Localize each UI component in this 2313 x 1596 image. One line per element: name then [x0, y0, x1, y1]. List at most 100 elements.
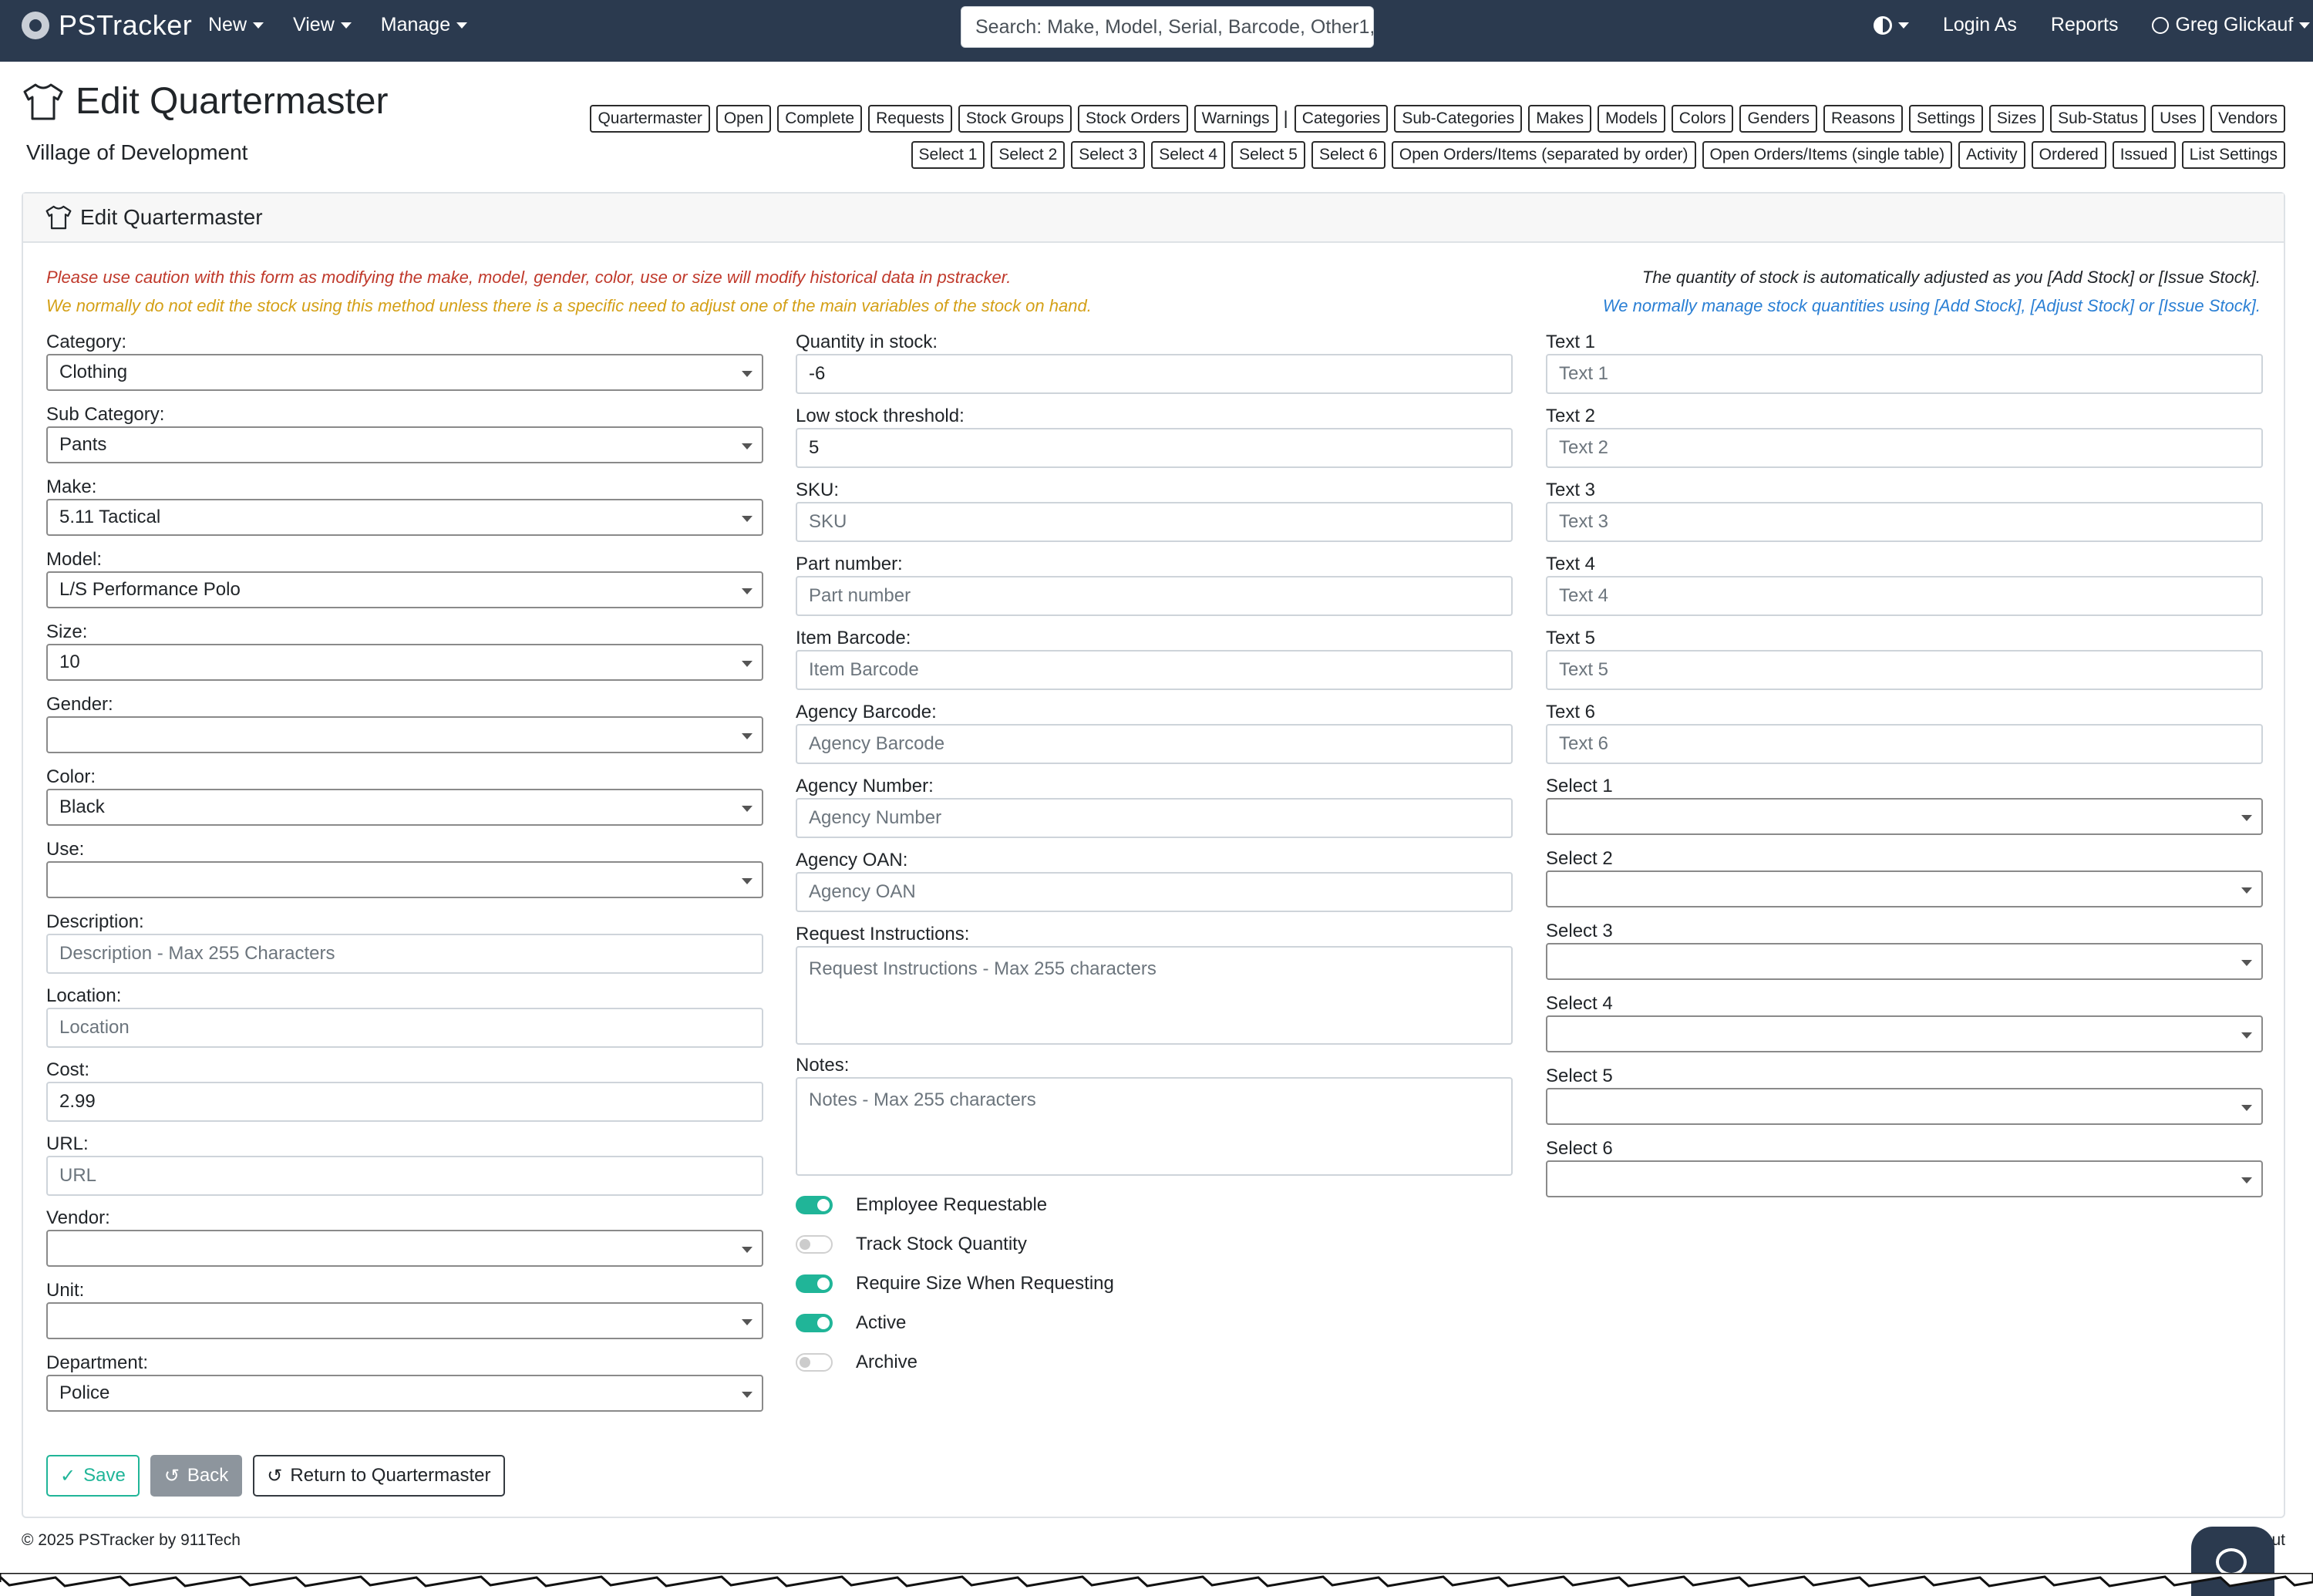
category-select[interactable]: Clothing	[46, 354, 763, 391]
save-button[interactable]: ✓ Save	[46, 1455, 140, 1497]
agency-oan-input[interactable]: Agency OAN	[796, 872, 1513, 912]
low-stock-threshold-input[interactable]: 5	[796, 428, 1513, 468]
nav-button-select-6[interactable]: Select 6	[1311, 141, 1385, 169]
request-instructions-textarea[interactable]: Request Instructions - Max 255 character…	[796, 946, 1513, 1045]
nav-button-select-4[interactable]: Select 4	[1151, 141, 1226, 169]
quantity-in-stock-input[interactable]: -6	[796, 354, 1513, 394]
nav-button-stock-groups[interactable]: Stock Groups	[958, 105, 1072, 133]
nav-button-sub-categories[interactable]: Sub-Categories	[1394, 105, 1523, 133]
nav-button-sub-status[interactable]: Sub-Status	[2050, 105, 2146, 133]
nav-button-models[interactable]: Models	[1598, 105, 1665, 133]
nav-button-stock-orders[interactable]: Stock Orders	[1078, 105, 1188, 133]
nav-button-issued[interactable]: Issued	[2112, 141, 2176, 169]
select-6-select[interactable]	[1546, 1160, 2263, 1197]
nav-button-quartermaster[interactable]: Quartermaster	[590, 105, 710, 133]
input-placeholder: Text 5	[1559, 659, 1609, 680]
theme-toggle[interactable]	[1874, 15, 1909, 35]
agency-number-input[interactable]: Agency Number	[796, 798, 1513, 838]
sub-category-select[interactable]: Pants	[46, 426, 763, 463]
require-size-when-requesting-switch[interactable]	[796, 1274, 833, 1293]
field-label: Text 2	[1546, 406, 1596, 426]
toggle-track-stock-quantity[interactable]: Track Stock Quantity	[796, 1224, 1513, 1264]
brand[interactable]: PSTracker	[22, 9, 192, 42]
nav-button-select-1[interactable]: Select 1	[911, 141, 985, 169]
nav-button-open[interactable]: Open	[715, 105, 772, 133]
select-1-select[interactable]	[1546, 798, 2263, 835]
text-5-input[interactable]: Text 5	[1546, 650, 2263, 690]
size-select[interactable]: 10	[46, 644, 763, 681]
menu-view[interactable]: View	[293, 14, 352, 36]
nav-button-complete[interactable]: Complete	[777, 105, 863, 133]
reports-link[interactable]: Reports	[2051, 14, 2119, 36]
user-menu[interactable]: Greg Glickauf	[2152, 14, 2311, 36]
nav-button-makes[interactable]: Makes	[1528, 105, 1592, 133]
nav-button-ordered[interactable]: Ordered	[2031, 141, 2106, 169]
input-placeholder: Text 4	[1559, 585, 1609, 606]
vendor-select[interactable]	[46, 1230, 763, 1267]
nav-button-open-orders-items-separated-by-order[interactable]: Open Orders/Items (separated by order)	[1391, 141, 1696, 169]
text-2-input[interactable]: Text 2	[1546, 428, 2263, 468]
nav-button-open-orders-items-single-table[interactable]: Open Orders/Items (single table)	[1702, 141, 1953, 169]
nav-button-sizes[interactable]: Sizes	[1988, 105, 2045, 133]
nav-button-list-settings[interactable]: List Settings	[2181, 141, 2285, 169]
text-4-input[interactable]: Text 4	[1546, 576, 2263, 616]
textarea-placeholder: Request Instructions - Max 255 character…	[809, 958, 1156, 979]
select-2-select[interactable]	[1546, 870, 2263, 907]
unit-select[interactable]	[46, 1302, 763, 1339]
nav-button-settings[interactable]: Settings	[1908, 105, 1983, 133]
search-input[interactable]: Search: Make, Model, Serial, Barcode, Ot…	[961, 6, 1374, 48]
field-label: Sub Category:	[46, 404, 165, 425]
item-barcode-input[interactable]: Item Barcode	[796, 650, 1513, 690]
toggle-archive[interactable]: Archive	[796, 1342, 1513, 1382]
text-6-input[interactable]: Text 6	[1546, 724, 2263, 764]
notes-textarea[interactable]: Notes - Max 255 characters	[796, 1077, 1513, 1176]
nav-button-vendors[interactable]: Vendors	[2210, 105, 2285, 133]
return-button[interactable]: ↺ Return to Quartermaster	[253, 1455, 505, 1497]
color-select[interactable]: Black	[46, 789, 763, 826]
model-select[interactable]: L/S Performance Polo	[46, 571, 763, 608]
active-switch[interactable]	[796, 1313, 833, 1332]
nav-button-genders[interactable]: Genders	[1739, 105, 1818, 133]
menu-manage[interactable]: Manage	[381, 14, 468, 36]
text-3-input[interactable]: Text 3	[1546, 502, 2263, 542]
nav-button-select-5[interactable]: Select 5	[1231, 141, 1305, 169]
menu-new[interactable]: New	[208, 14, 264, 36]
caret-down-icon	[456, 22, 468, 29]
agency-barcode-input[interactable]: Agency Barcode	[796, 724, 1513, 764]
description-input[interactable]: Description - Max 255 Characters	[46, 934, 763, 974]
toggle-require-size-when-requesting[interactable]: Require Size When Requesting	[796, 1264, 1513, 1303]
toggle-employee-requestable[interactable]: Employee Requestable	[796, 1185, 1513, 1224]
field-location: Location: Location	[46, 985, 763, 1048]
gender-select[interactable]	[46, 716, 763, 753]
url-input[interactable]: URL	[46, 1156, 763, 1196]
nav-button-activity[interactable]: Activity	[1958, 141, 2025, 169]
part-number-input[interactable]: Part number	[796, 576, 1513, 616]
location-input[interactable]: Location	[46, 1008, 763, 1048]
field-label: Make:	[46, 476, 97, 497]
use-select[interactable]	[46, 861, 763, 898]
text-1-input[interactable]: Text 1	[1546, 354, 2263, 394]
employee-requestable-switch[interactable]	[796, 1195, 833, 1214]
nav-button-requests[interactable]: Requests	[868, 105, 952, 133]
nav-button-select-3[interactable]: Select 3	[1071, 141, 1146, 169]
archive-switch[interactable]	[796, 1352, 833, 1372]
nav-button-warnings[interactable]: Warnings	[1194, 105, 1278, 133]
nav-button-categories[interactable]: Categories	[1294, 105, 1389, 133]
track-stock-quantity-switch[interactable]	[796, 1234, 833, 1254]
sku-input[interactable]: SKU	[796, 502, 1513, 542]
toggle-active[interactable]: Active	[796, 1303, 1513, 1342]
login-as-link[interactable]: Login As	[1943, 14, 2017, 36]
select-3-select[interactable]	[1546, 943, 2263, 980]
field-sku: SKU: SKU	[796, 479, 1513, 542]
nav-button-uses[interactable]: Uses	[2152, 105, 2204, 133]
nav-button-reasons[interactable]: Reasons	[1823, 105, 1903, 133]
cost-input[interactable]: 2.99	[46, 1082, 763, 1122]
nav-button-colors[interactable]: Colors	[1671, 105, 1734, 133]
select-4-select[interactable]	[1546, 1015, 2263, 1052]
make-select[interactable]: 5.11 Tactical	[46, 499, 763, 536]
department-select[interactable]: Police	[46, 1375, 763, 1412]
back-button[interactable]: ↺ Back	[150, 1455, 243, 1497]
input-value: -6	[809, 363, 826, 384]
select-5-select[interactable]	[1546, 1088, 2263, 1125]
nav-button-select-2[interactable]: Select 2	[991, 141, 1066, 169]
